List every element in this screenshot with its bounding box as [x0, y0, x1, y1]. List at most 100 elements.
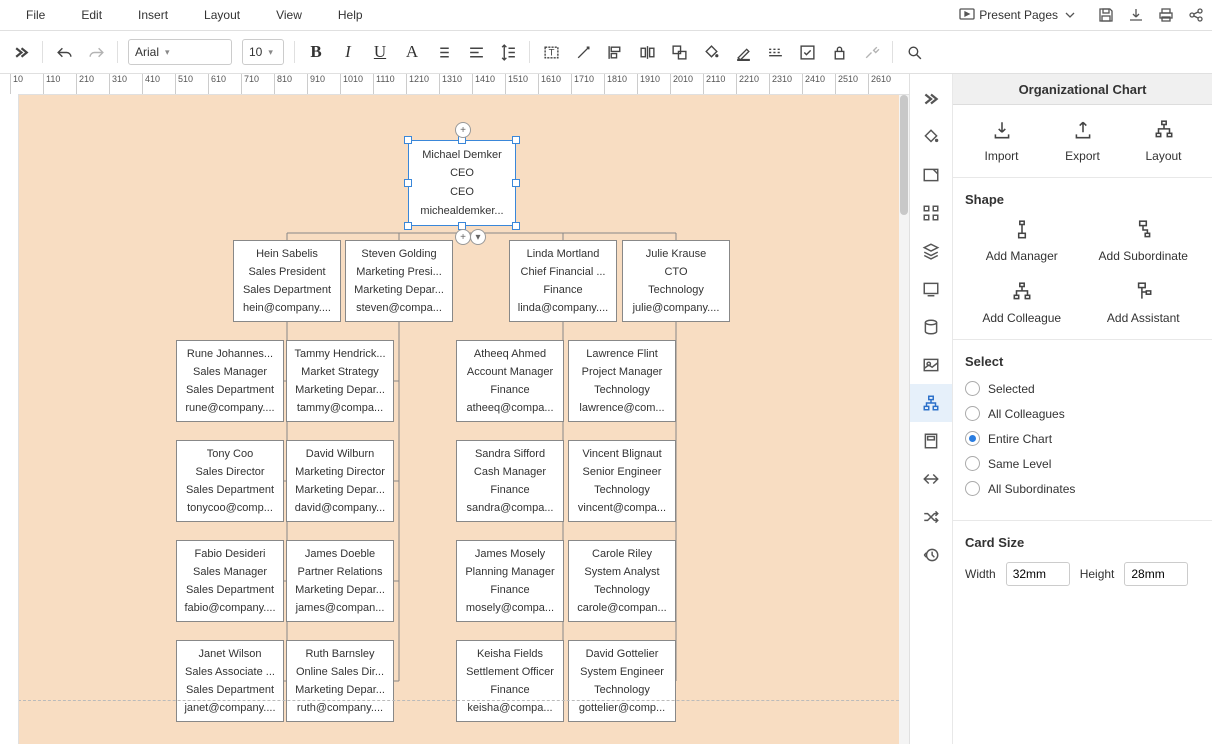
menu-insert[interactable]: Insert: [120, 4, 186, 26]
selection-handle[interactable]: [512, 222, 520, 230]
select-option[interactable]: Same Level: [965, 456, 1200, 471]
select-option[interactable]: All Colleagues: [965, 406, 1200, 421]
print-icon[interactable]: [1158, 7, 1174, 23]
org-card[interactable]: Julie KrauseCTOTechnologyjulie@company..…: [622, 240, 730, 322]
fill-button[interactable]: [696, 37, 726, 67]
font-select[interactable]: Arial▾: [128, 39, 232, 65]
spacing-button[interactable]: [493, 37, 523, 67]
page-tab-icon[interactable]: [910, 422, 952, 460]
card-title: System Engineer: [571, 663, 673, 681]
layers-tab-icon[interactable]: [910, 232, 952, 270]
arrange-tab-icon[interactable]: [910, 460, 952, 498]
org-card[interactable]: Tony CooSales DirectorSales Departmentto…: [176, 440, 284, 522]
italic-button[interactable]: I: [333, 37, 363, 67]
vertical-scrollbar[interactable]: [899, 95, 909, 744]
connector-button[interactable]: [568, 37, 598, 67]
card-dept: Finance: [459, 381, 561, 399]
add-above-handle[interactable]: +: [455, 122, 471, 138]
picture-tab-icon[interactable]: [910, 346, 952, 384]
org-card[interactable]: David WilburnMarketing DirectorMarketing…: [286, 440, 394, 522]
collapse-icon[interactable]: [910, 80, 952, 118]
menu-layout[interactable]: Layout: [186, 4, 258, 26]
redo-button[interactable]: [81, 37, 111, 67]
card-title: Planning Manager: [459, 563, 561, 581]
layout-button[interactable]: Layout: [1127, 119, 1200, 163]
add-subordinate-button[interactable]: Add Subordinate: [1087, 219, 1201, 263]
org-card[interactable]: Lawrence FlintProject ManagerTechnologyl…: [568, 340, 676, 422]
menu-file[interactable]: File: [8, 4, 63, 26]
org-card[interactable]: David GottelierSystem EngineerTechnology…: [568, 640, 676, 722]
save-icon[interactable]: [1098, 7, 1114, 23]
bold-button[interactable]: B: [301, 37, 331, 67]
org-card[interactable]: Vincent BlignautSenior EngineerTechnolog…: [568, 440, 676, 522]
expand-handle[interactable]: ▾: [470, 229, 486, 245]
orgchart-tab-icon[interactable]: [910, 384, 952, 422]
page[interactable]: Michael DemkerCEOCEOmichealdemker...++▾H…: [18, 95, 909, 744]
shuffle-tab-icon[interactable]: [910, 498, 952, 536]
lock-button[interactable]: [824, 37, 854, 67]
highlight-button[interactable]: [429, 37, 459, 67]
org-card[interactable]: Linda MortlandChief Financial ...Finance…: [509, 240, 617, 322]
fill-tab-icon[interactable]: [910, 118, 952, 156]
org-card[interactable]: Keisha FieldsSettlement OfficerFinanceke…: [456, 640, 564, 722]
fontsize-select[interactable]: 10▾: [242, 39, 284, 65]
share-icon[interactable]: [1188, 7, 1204, 23]
selection-handle[interactable]: [404, 136, 412, 144]
check-button[interactable]: [792, 37, 822, 67]
card-email: sandra@compa...: [459, 499, 561, 517]
underline-button[interactable]: U: [365, 37, 395, 67]
selection-handle[interactable]: [512, 136, 520, 144]
org-card[interactable]: James MoselyPlanning ManagerFinancemosel…: [456, 540, 564, 622]
expand-icon[interactable]: [6, 37, 36, 67]
org-card[interactable]: Hein SabelisSales PresidentSales Departm…: [233, 240, 341, 322]
org-card[interactable]: Michael DemkerCEOCEOmichealdemker...: [408, 140, 516, 226]
select-option[interactable]: Selected: [965, 381, 1200, 396]
org-card[interactable]: Carole RileySystem AnalystTechnologycaro…: [568, 540, 676, 622]
org-card[interactable]: Atheeq AhmedAccount ManagerFinanceatheeq…: [456, 340, 564, 422]
org-card[interactable]: James DoeblePartner RelationsMarketing D…: [286, 540, 394, 622]
align-button[interactable]: [461, 37, 491, 67]
org-card[interactable]: Tammy Hendrick...Market StrategyMarketin…: [286, 340, 394, 422]
selection-handle[interactable]: [404, 179, 412, 187]
line-color-button[interactable]: [728, 37, 758, 67]
group-button[interactable]: [664, 37, 694, 67]
width-input[interactable]: [1006, 562, 1070, 586]
search-button[interactable]: [899, 37, 929, 67]
org-card[interactable]: Ruth BarnsleyOnline Sales Dir...Marketin…: [286, 640, 394, 722]
history-tab-icon[interactable]: [910, 536, 952, 574]
add-colleague-button[interactable]: Add Colleague: [965, 281, 1079, 325]
align-objects-button[interactable]: [600, 37, 630, 67]
menu-help[interactable]: Help: [320, 4, 381, 26]
add-assistant-button[interactable]: Add Assistant: [1087, 281, 1201, 325]
canvas-viewport[interactable]: Michael DemkerCEOCEOmichealdemker...++▾H…: [0, 95, 909, 744]
card-email: michealdemker...: [411, 202, 513, 221]
selection-handle[interactable]: [404, 222, 412, 230]
org-card[interactable]: Janet WilsonSales Associate ...Sales Dep…: [176, 640, 284, 722]
textbox-button[interactable]: T: [536, 37, 566, 67]
tools-button[interactable]: [856, 37, 886, 67]
select-option[interactable]: All Subordinates: [965, 481, 1200, 496]
line-style-button[interactable]: [760, 37, 790, 67]
grid-tab-icon[interactable]: [910, 194, 952, 232]
font-color-button[interactable]: A: [397, 37, 427, 67]
org-card[interactable]: Fabio DesideriSales ManagerSales Departm…: [176, 540, 284, 622]
distribute-button[interactable]: [632, 37, 662, 67]
download-icon[interactable]: [1128, 7, 1144, 23]
org-card[interactable]: Sandra SiffordCash ManagerFinancesandra@…: [456, 440, 564, 522]
undo-button[interactable]: [49, 37, 79, 67]
org-card[interactable]: Rune Johannes...Sales ManagerSales Depar…: [176, 340, 284, 422]
data-tab-icon[interactable]: [910, 308, 952, 346]
select-option[interactable]: Entire Chart: [965, 431, 1200, 446]
selection-handle[interactable]: [512, 179, 520, 187]
menu-edit[interactable]: Edit: [63, 4, 120, 26]
present-button[interactable]: Present Pages: [953, 5, 1084, 25]
org-card[interactable]: Steven GoldingMarketing Presi...Marketin…: [345, 240, 453, 322]
export-button[interactable]: Export: [1046, 119, 1119, 163]
image-tab-icon[interactable]: [910, 156, 952, 194]
add-manager-button[interactable]: Add Manager: [965, 219, 1079, 263]
slide-tab-icon[interactable]: [910, 270, 952, 308]
import-button[interactable]: Import: [965, 119, 1038, 163]
height-input[interactable]: [1124, 562, 1188, 586]
menu-view[interactable]: View: [258, 4, 320, 26]
add-below-handle[interactable]: +: [455, 229, 471, 245]
